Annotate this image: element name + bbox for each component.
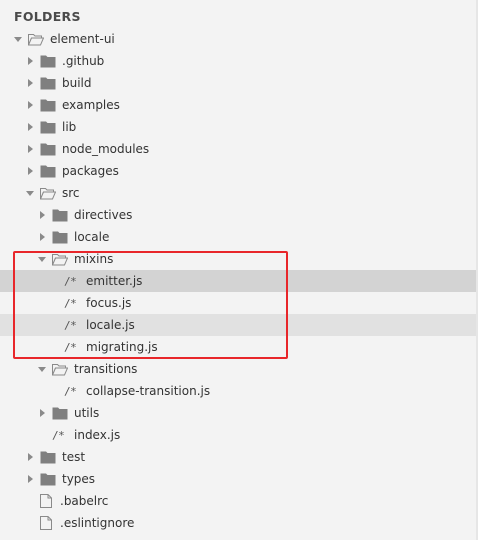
tree-item-label: element-ui xyxy=(50,32,115,46)
tree-item-focus-js[interactable]: /* focus.js xyxy=(0,292,476,314)
tree-item-label: src xyxy=(62,186,80,200)
folders-header: FOLDERS xyxy=(14,9,81,24)
js-file-icon: /* xyxy=(64,274,77,288)
tree-item-label: lib xyxy=(62,120,77,134)
folder-open-icon xyxy=(39,187,57,200)
tree-item-label: collapse-transition.js xyxy=(86,384,211,398)
tree-item-migrating-js[interactable]: /* migrating.js xyxy=(0,336,476,358)
chevron-down-icon[interactable] xyxy=(12,33,24,45)
tree-item-examples[interactable]: examples xyxy=(0,94,476,116)
folder-icon xyxy=(40,451,56,464)
chevron-right-icon[interactable] xyxy=(24,473,36,485)
tree-item-eslintignore[interactable]: .eslintignore xyxy=(0,512,476,534)
tree-item-label: migrating.js xyxy=(86,340,158,354)
tree-item-label: transitions xyxy=(74,362,138,376)
tree-item-directives[interactable]: directives xyxy=(0,204,476,226)
tree-item-label: .eslintignore xyxy=(60,516,135,530)
chevron-right-icon[interactable] xyxy=(24,77,36,89)
folder-open-icon xyxy=(51,363,69,376)
folder-icon xyxy=(40,55,56,68)
file-icon xyxy=(40,494,52,508)
folder-icon xyxy=(40,99,56,112)
tree-item-label: emitter.js xyxy=(86,274,143,288)
tree-item-label: .github xyxy=(62,54,105,68)
tree-item-label: index.js xyxy=(74,428,121,442)
tree-item-types[interactable]: types xyxy=(0,468,476,490)
folder-icon xyxy=(52,407,68,420)
tree-item-locale-js[interactable]: /* locale.js xyxy=(0,314,476,336)
folder-icon xyxy=(40,77,56,90)
tree-item-mixins[interactable]: mixins xyxy=(0,248,476,270)
tree-item-label: mixins xyxy=(74,252,114,266)
chevron-right-icon[interactable] xyxy=(24,55,36,67)
file-icon xyxy=(40,516,52,530)
folder-icon xyxy=(52,209,68,222)
chevron-right-icon[interactable] xyxy=(24,143,36,155)
tree-item-index-js[interactable]: /* index.js xyxy=(0,424,476,446)
tree-item-babelrc[interactable]: .babelrc xyxy=(0,490,476,512)
chevron-right-icon[interactable] xyxy=(36,231,48,243)
tree-item-element-ui[interactable]: element-ui xyxy=(0,28,476,50)
tree-item-locale[interactable]: locale xyxy=(0,226,476,248)
chevron-right-icon[interactable] xyxy=(24,99,36,111)
folder-icon xyxy=(40,143,56,156)
js-file-icon: /* xyxy=(52,428,65,442)
chevron-right-icon[interactable] xyxy=(36,407,48,419)
chevron-right-icon[interactable] xyxy=(24,165,36,177)
tree-item-label: types xyxy=(62,472,96,486)
sidebar: FOLDERS element-ui .github build example… xyxy=(0,0,476,540)
chevron-right-icon[interactable] xyxy=(24,451,36,463)
tree-item-lib[interactable]: lib xyxy=(0,116,476,138)
folder-icon xyxy=(52,231,68,244)
tree-item-label: node_modules xyxy=(62,142,150,156)
chevron-down-icon[interactable] xyxy=(36,253,48,265)
tree-item-label: directives xyxy=(74,208,133,222)
tree-item-github[interactable]: .github xyxy=(0,50,476,72)
js-file-icon: /* xyxy=(64,340,77,354)
js-file-icon: /* xyxy=(64,296,77,310)
chevron-right-icon[interactable] xyxy=(24,121,36,133)
tree-item-collapse-transition-js[interactable]: /* collapse-transition.js xyxy=(0,380,476,402)
tree-item-transitions[interactable]: transitions xyxy=(0,358,476,380)
tree-item-src[interactable]: src xyxy=(0,182,476,204)
tree-item-label: examples xyxy=(62,98,120,112)
tree-item-label: test xyxy=(62,450,86,464)
js-file-icon: /* xyxy=(64,384,77,398)
tree-item-label: locale xyxy=(74,230,110,244)
folder-open-icon xyxy=(27,33,45,46)
tree-item-emitter-js[interactable]: /* emitter.js xyxy=(0,270,476,292)
folder-icon xyxy=(40,473,56,486)
tree-item-utils[interactable]: utils xyxy=(0,402,476,424)
tree-item-label: utils xyxy=(74,406,100,420)
tree-item-node-modules[interactable]: node_modules xyxy=(0,138,476,160)
chevron-down-icon[interactable] xyxy=(36,363,48,375)
tree-item-build[interactable]: build xyxy=(0,72,476,94)
tree-item-label: focus.js xyxy=(86,296,132,310)
tree-item-label: .babelrc xyxy=(60,494,109,508)
tree-item-packages[interactable]: packages xyxy=(0,160,476,182)
js-file-icon: /* xyxy=(64,318,77,332)
tree-item-test[interactable]: test xyxy=(0,446,476,468)
folder-open-icon xyxy=(51,253,69,266)
folder-icon xyxy=(40,165,56,178)
chevron-right-icon[interactable] xyxy=(36,209,48,221)
tree-item-label: packages xyxy=(62,164,119,178)
tree-item-label: locale.js xyxy=(86,318,135,332)
folder-icon xyxy=(40,121,56,134)
chevron-down-icon[interactable] xyxy=(24,187,36,199)
file-tree: element-ui .github build examples lib no… xyxy=(0,28,476,534)
tree-item-label: build xyxy=(62,76,92,90)
